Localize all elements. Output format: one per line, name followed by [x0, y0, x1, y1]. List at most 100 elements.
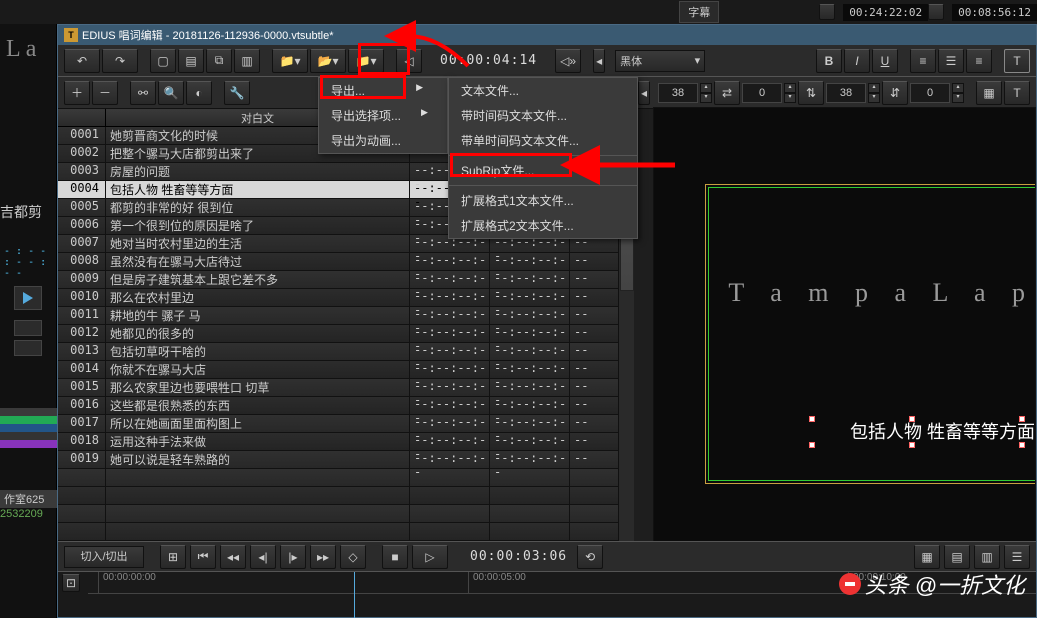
speaker2-icon[interactable]: ◁»: [555, 49, 581, 73]
resize-handle[interactable]: [1019, 416, 1025, 422]
table-row[interactable]: 0009 但是房子建筑基本上跟它差不多 --:--:--:-- --:--:--…: [58, 271, 618, 289]
bottom-timecode[interactable]: 00:00:03:06: [464, 549, 573, 564]
bb-prev-prev-icon[interactable]: ⏮: [190, 545, 216, 569]
table-row[interactable]: 0010 那么在农村里边 --:--:--:-- --:--:--:-- --: [58, 289, 618, 307]
shadow-icon[interactable]: ▦: [976, 81, 1002, 105]
table-row[interactable]: 0012 她都见的很多的 --:--:--:-- --:--:--:-- --: [58, 325, 618, 343]
kerning-input[interactable]: [742, 83, 782, 103]
subtitle-tab[interactable]: 字幕: [679, 1, 719, 23]
kerning-icon[interactable]: ⇄: [714, 81, 740, 105]
table-row[interactable]: 0013 包括切草呀干啥的 --:--:--:-- --:--:--:-- --: [58, 343, 618, 361]
timeline-playhead[interactable]: [354, 572, 355, 618]
tc-btn1[interactable]: [819, 4, 835, 20]
bb-step-back-icon[interactable]: ◂|: [250, 545, 276, 569]
align-left-icon[interactable]: ≡: [910, 49, 936, 73]
bb-prev-icon[interactable]: ◂◂: [220, 545, 246, 569]
preview-subtitle-text[interactable]: 包括人物 牲畜等等方面: [850, 418, 1035, 444]
copy-button[interactable]: ⧉: [206, 49, 232, 73]
row-number: 0007: [58, 235, 106, 252]
table-row[interactable]: 0011 耕地的牛 骡子 马 --:--:--:-- --:--:--:-- -…: [58, 307, 618, 325]
kerning-spinner[interactable]: ▴▾: [784, 83, 796, 103]
resize-handle[interactable]: [809, 442, 815, 448]
row-in: --:--:--:--: [410, 307, 490, 324]
open-button[interactable]: 📁▾: [272, 49, 308, 73]
new-button[interactable]: ▢: [150, 49, 176, 73]
bb-grid1-icon[interactable]: ▦: [914, 545, 940, 569]
resize-handle[interactable]: [909, 442, 915, 448]
font-select[interactable]: 黑体▾: [615, 50, 705, 72]
bb-list-icon[interactable]: ☰: [1004, 545, 1030, 569]
bb-grid3-icon[interactable]: ▥: [974, 545, 1000, 569]
timeline-tick: 00:00:05:00: [468, 572, 526, 594]
text-vertical-icon[interactable]: T: [1004, 81, 1030, 105]
menu-export-options[interactable]: 导出选择项...▶: [319, 103, 447, 128]
bb-grid2-icon[interactable]: ▤: [944, 545, 970, 569]
leading-spinner[interactable]: ▴▾: [868, 83, 880, 103]
link-icon[interactable]: ⚯: [130, 81, 156, 105]
redo-button[interactable]: ↷: [102, 49, 138, 73]
submenu-ext2[interactable]: 扩展格式2文本文件...: [449, 213, 637, 238]
bb-stop-icon[interactable]: ■: [382, 545, 408, 569]
import-button[interactable]: 📁▾: [348, 49, 384, 73]
leading-icon[interactable]: ⇅: [798, 81, 824, 105]
left-ctrl-2[interactable]: [14, 340, 42, 356]
table-row[interactable]: 0014 你就不在骡马大店 --:--:--:-- --:--:--:-- --: [58, 361, 618, 379]
font-name: 黑体: [620, 53, 642, 69]
text-tool-icon[interactable]: T: [1004, 49, 1030, 73]
italic-button[interactable]: I: [844, 49, 870, 73]
remove-button[interactable]: －: [92, 81, 118, 105]
add-button[interactable]: ＋: [64, 81, 90, 105]
row-dur: --: [570, 289, 618, 306]
leading-input[interactable]: [826, 83, 866, 103]
undo-button[interactable]: ↶: [64, 49, 100, 73]
bb-play-icon[interactable]: ▷: [412, 545, 448, 569]
watermark: 头条 @一折文化: [839, 568, 1025, 600]
search-icon[interactable]: 🔍: [158, 81, 184, 105]
align-center-icon[interactable]: ☰: [938, 49, 964, 73]
left-play-button[interactable]: [14, 286, 42, 310]
size-spinner[interactable]: ▴▾: [700, 83, 712, 103]
submenu-ext1[interactable]: 扩展格式1文本文件...: [449, 188, 637, 213]
window-titlebar[interactable]: T EDIUS 唱词编辑 - 20181126-112936-0000.vtsu…: [58, 25, 1036, 45]
baseline-icon[interactable]: ⇵: [882, 81, 908, 105]
table-row[interactable]: 0018 运用这种手法来做 --:--:--:-- --:--:--:-- --: [58, 433, 618, 451]
table-row[interactable]: 0008 虽然没有在骡马大店待过 --:--:--:-- --:--:--:--…: [58, 253, 618, 271]
bb-tc-icon[interactable]: ◇: [340, 545, 366, 569]
menu-export-anim[interactable]: 导出为动画...: [319, 128, 447, 153]
row-in: --:--:--:--: [410, 253, 490, 270]
timeline-zoom-icon[interactable]: ⊡: [62, 574, 80, 592]
submenu-txt[interactable]: 文本文件...: [449, 78, 637, 103]
table-row-empty: .....: [58, 469, 618, 487]
align-right-icon[interactable]: ≡: [966, 49, 992, 73]
collapse-left-2-icon[interactable]: ◂: [638, 81, 650, 105]
export-button[interactable]: 📂▾: [310, 49, 346, 73]
cut-in-out-button[interactable]: 切入/切出: [64, 546, 144, 568]
bold-button[interactable]: B: [816, 49, 842, 73]
underline-button[interactable]: U: [872, 49, 898, 73]
submenu-timed-txt[interactable]: 带时间码文本文件...: [449, 103, 637, 128]
resize-handle[interactable]: [809, 416, 815, 422]
resize-handle[interactable]: [1019, 442, 1025, 448]
bb-next-icon[interactable]: ▸▸: [310, 545, 336, 569]
bb-step-fwd-icon[interactable]: |▸: [280, 545, 306, 569]
table-row[interactable]: 0017 所以在她画面里面构图上 --:--:--:-- --:--:--:--…: [58, 415, 618, 433]
mask-icon[interactable]: ◐: [186, 81, 212, 105]
row-number: 0008: [58, 253, 106, 270]
tc-btn2[interactable]: [928, 4, 944, 20]
row-dur: --: [570, 361, 618, 378]
menu-export[interactable]: 导出...▶: [319, 78, 447, 103]
baseline-input[interactable]: [910, 83, 950, 103]
table-row[interactable]: 0016 这些都是很熟悉的东西 --:--:--:-- --:--:--:-- …: [58, 397, 618, 415]
table-row[interactable]: 0015 那么农家里边也要喂牲口 切草 --:--:--:-- --:--:--…: [58, 379, 618, 397]
table-row[interactable]: 0019 她可以说是轻车熟路的 --:--:--:-- --:--:--:-- …: [58, 451, 618, 469]
save-button[interactable]: ▤: [178, 49, 204, 73]
wrench-icon[interactable]: 🔧: [224, 81, 250, 105]
font-size-input[interactable]: [658, 83, 698, 103]
baseline-spinner[interactable]: ▴▾: [952, 83, 964, 103]
collapse-left-icon[interactable]: ◂: [593, 49, 605, 73]
bb-loop-icon[interactable]: ⟲: [577, 545, 603, 569]
bb-icon-1[interactable]: ⊞: [160, 545, 186, 569]
left-ctrl-1[interactable]: [14, 320, 42, 336]
resize-handle[interactable]: [909, 416, 915, 422]
paste-button[interactable]: ▥: [234, 49, 260, 73]
